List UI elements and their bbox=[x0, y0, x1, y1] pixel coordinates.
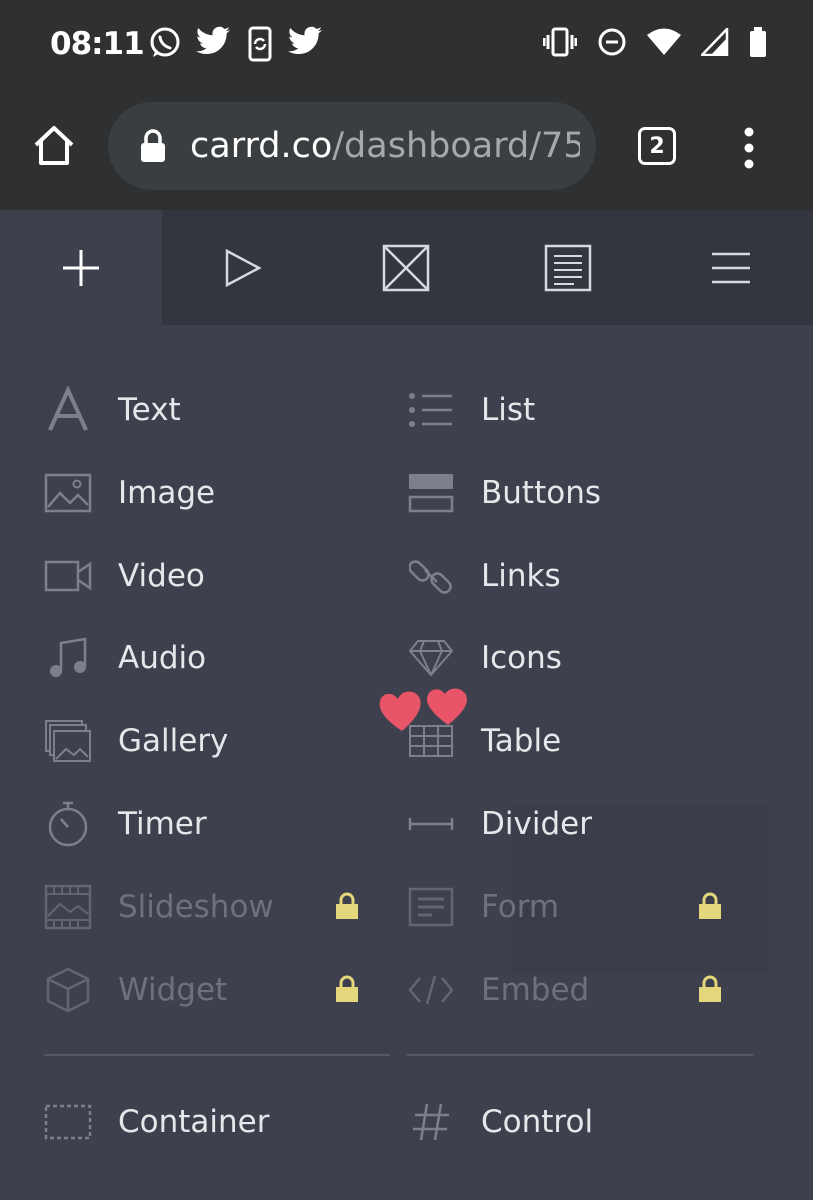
element-label: Links bbox=[481, 558, 561, 594]
element-image[interactable]: Image bbox=[44, 463, 215, 523]
element-embed[interactable]: Embed bbox=[407, 960, 589, 1020]
image-icon bbox=[44, 473, 92, 513]
media-button[interactable] bbox=[325, 210, 487, 325]
element-label: Gallery bbox=[118, 723, 229, 759]
signal-icon bbox=[701, 28, 729, 56]
element-label: Icons bbox=[481, 640, 562, 676]
music-note-icon bbox=[50, 637, 87, 677]
element-label: Slideshow bbox=[118, 889, 274, 925]
lock-icon bbox=[699, 975, 721, 1002]
play-icon bbox=[225, 248, 262, 287]
wifi-icon bbox=[647, 28, 681, 55]
tab-switcher-button[interactable]: 2 bbox=[638, 127, 676, 165]
code-icon bbox=[408, 975, 454, 1005]
element-label: Control bbox=[481, 1104, 594, 1140]
pages-button[interactable] bbox=[487, 210, 649, 325]
element-control[interactable]: Control bbox=[407, 1092, 593, 1152]
container-icon bbox=[44, 1104, 92, 1140]
divider-icon bbox=[408, 818, 454, 830]
status-time: 08:11 bbox=[50, 26, 145, 62]
lock-icon bbox=[336, 892, 358, 919]
url-path: /dashboard/754 bbox=[332, 126, 580, 166]
element-divider[interactable]: Divider bbox=[407, 794, 592, 854]
element-label: Form bbox=[481, 889, 560, 925]
hearts-sticker bbox=[379, 688, 467, 731]
heart-icon bbox=[379, 691, 421, 731]
gallery-icon bbox=[45, 720, 91, 762]
heart-icon bbox=[426, 688, 467, 725]
section-divider bbox=[407, 1054, 753, 1056]
phone-sync-icon bbox=[248, 26, 272, 62]
document-icon bbox=[544, 244, 592, 291]
element-form[interactable]: Form bbox=[407, 877, 559, 937]
cube-icon bbox=[46, 967, 90, 1013]
home-icon[interactable] bbox=[32, 123, 76, 167]
element-label: Audio bbox=[118, 640, 207, 676]
element-links[interactable]: Links bbox=[407, 546, 561, 606]
element-audio[interactable]: Audio bbox=[44, 628, 206, 688]
element-container[interactable]: Container bbox=[44, 1092, 270, 1152]
system-icons bbox=[543, 27, 767, 57]
add-element-button[interactable] bbox=[0, 210, 162, 325]
element-text[interactable]: Text bbox=[44, 380, 181, 440]
section-divider bbox=[44, 1054, 390, 1056]
element-label: Buttons bbox=[481, 475, 601, 511]
element-slideshow[interactable]: Slideshow bbox=[44, 877, 274, 937]
twitter-icon bbox=[288, 26, 322, 55]
element-timer[interactable]: Timer bbox=[44, 794, 207, 854]
video-icon bbox=[44, 560, 92, 592]
status-bar: 08:11 bbox=[0, 0, 813, 84]
element-widget[interactable]: Widget bbox=[44, 960, 227, 1020]
hash-icon bbox=[413, 1103, 449, 1141]
element-label: Image bbox=[118, 475, 216, 511]
lock-icon bbox=[699, 892, 721, 919]
do-not-disturb-icon bbox=[598, 28, 626, 56]
buttons-icon bbox=[408, 474, 454, 513]
element-label: Embed bbox=[481, 972, 590, 1008]
slideshow-icon bbox=[44, 884, 92, 930]
element-label: Divider bbox=[481, 806, 592, 842]
battery-icon bbox=[750, 27, 766, 57]
element-label: Text bbox=[118, 392, 181, 428]
vibrate-icon bbox=[543, 27, 577, 57]
element-label: Container bbox=[118, 1104, 270, 1140]
notification-icons bbox=[148, 26, 324, 62]
twitter-icon bbox=[196, 26, 230, 55]
more-options-icon[interactable] bbox=[740, 126, 758, 170]
element-label: Timer bbox=[118, 806, 207, 842]
element-gallery[interactable]: Gallery bbox=[44, 711, 228, 771]
hamburger-icon bbox=[712, 252, 750, 283]
diamond-icon bbox=[409, 640, 453, 676]
text-icon bbox=[48, 386, 88, 431]
lock-icon bbox=[141, 129, 165, 162]
url-text[interactable]: carrd.co/dashboard/754 bbox=[190, 126, 580, 166]
form-icon bbox=[408, 887, 454, 927]
element-label: Widget bbox=[118, 972, 228, 1008]
link-icon bbox=[409, 560, 452, 594]
editor-toolbar bbox=[0, 210, 813, 325]
whatsapp-icon bbox=[150, 27, 180, 57]
element-buttons[interactable]: Buttons bbox=[407, 463, 601, 523]
list-icon bbox=[409, 393, 452, 427]
stopwatch-icon bbox=[48, 801, 88, 847]
url-host: carrd.co bbox=[190, 126, 333, 166]
element-label: Table bbox=[481, 723, 562, 759]
element-list[interactable]: List bbox=[407, 380, 535, 440]
element-icons[interactable]: Icons bbox=[407, 628, 562, 688]
image-box-icon bbox=[382, 244, 430, 291]
element-label: Video bbox=[118, 558, 205, 594]
lock-icon bbox=[336, 975, 358, 1002]
element-video[interactable]: Video bbox=[44, 546, 205, 606]
preview-button[interactable] bbox=[162, 210, 324, 325]
plus-icon bbox=[63, 249, 99, 286]
menu-button[interactable] bbox=[650, 210, 812, 325]
element-label: List bbox=[481, 392, 536, 428]
